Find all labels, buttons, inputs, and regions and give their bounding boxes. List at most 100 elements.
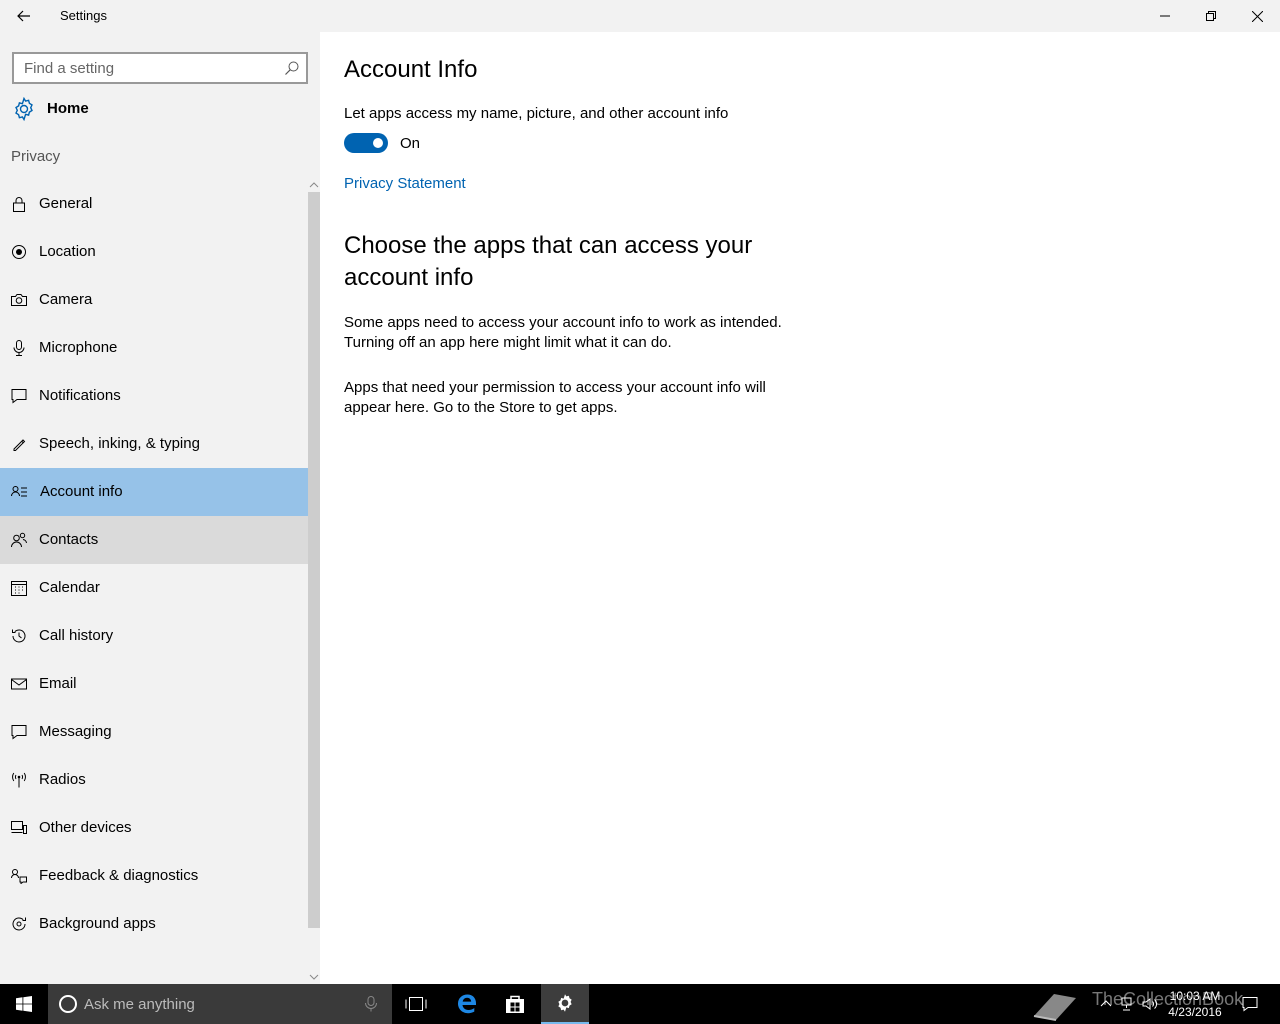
sidebar-item-microphone[interactable]: Microphone [0, 324, 308, 372]
description-text: Some apps need to access your account in… [344, 314, 782, 351]
store-icon [506, 995, 524, 1013]
settings-taskbar-button[interactable] [541, 984, 589, 1024]
sidebar-item-other-devices[interactable]: Other devices [0, 804, 308, 852]
clock-time: 10:03 AM [1169, 989, 1221, 1003]
sidebar-item-label: Microphone [39, 339, 118, 356]
email-icon [11, 678, 27, 690]
action-center-icon[interactable] [1242, 996, 1258, 1012]
sidebar-item-label: Contacts [39, 531, 99, 548]
sidebar-item-notifications[interactable]: Notifications [0, 372, 308, 420]
sidebar-item-label: Messaging [39, 723, 112, 740]
network-icon[interactable] [1120, 996, 1136, 1012]
sidebar-item-label: Background apps [39, 915, 156, 932]
toggle-state-label: On [400, 135, 421, 152]
sidebar-item-label: Camera [39, 291, 93, 308]
sidebar-item-label: General [39, 195, 93, 212]
sidebar-item-label: Location [39, 243, 96, 260]
sidebar-scrollbar-thumb[interactable] [308, 192, 320, 928]
contacts-icon [11, 532, 27, 548]
sidebar-item-label: Other devices [39, 819, 132, 836]
section-title: Choose the apps that can access your acc… [344, 232, 753, 291]
minimize-button[interactable] [1142, 0, 1188, 32]
taskbar: TheCollectionBook 10:03 AM 4/23/2016 [0, 984, 1280, 1024]
search-input[interactable] [14, 54, 280, 82]
taskbar-clock[interactable]: 10:03 AM 4/23/2016 [1160, 988, 1230, 1020]
background-apps-icon [12, 917, 26, 931]
close-button[interactable] [1234, 0, 1280, 32]
task-view-icon [405, 997, 427, 1011]
sidebar-item-general[interactable]: General [0, 180, 308, 228]
privacy-statement-link[interactable]: Privacy Statement [344, 175, 466, 192]
sidebar-item-call-history[interactable]: Call history [0, 612, 308, 660]
chevron-up-icon[interactable] [1098, 996, 1114, 1012]
store-button[interactable] [491, 984, 539, 1024]
close-icon [1251, 10, 1263, 22]
taskbar-search-input[interactable] [84, 984, 354, 1024]
toggle-description: Let apps access my name, picture, and ot… [344, 105, 729, 122]
window-title: Settings [60, 8, 107, 23]
section-heading: Privacy [11, 148, 61, 165]
edge-icon [458, 994, 476, 1014]
sidebar-item-location[interactable]: Location [0, 228, 308, 276]
devices-icon [11, 821, 27, 834]
search-icon[interactable] [284, 60, 300, 76]
book-logo-icon [1033, 994, 1076, 1021]
scroll-down-arrow-icon[interactable] [309, 972, 319, 982]
windows-logo-icon [16, 996, 32, 1012]
feedback-icon [11, 869, 27, 884]
sidebar-item-label: Radios [39, 771, 86, 788]
start-button[interactable] [0, 984, 48, 1024]
toggle-knob [373, 138, 383, 148]
sidebar-item-radios[interactable]: Radios [0, 756, 308, 804]
calendar-icon [11, 581, 27, 596]
location-icon [12, 245, 26, 259]
history-icon [12, 629, 26, 643]
account-info-access-toggle[interactable] [344, 133, 388, 153]
sidebar-item-label: Calendar [39, 579, 100, 596]
sidebar-item-label: Email [39, 675, 77, 692]
sidebar-item-label: Feedback & diagnostics [39, 867, 199, 884]
sidebar-item-messaging[interactable]: Messaging [0, 708, 308, 756]
sidebar-item-feedback[interactable]: Feedback & diagnostics [0, 852, 308, 900]
home-link[interactable]: Home [0, 92, 308, 126]
main-content: Account Info Let apps access my name, pi… [320, 32, 1280, 984]
sidebar-item-speech[interactable]: Speech, inking, & typing [0, 420, 308, 468]
home-label: Home [47, 100, 89, 117]
sidebar-item-camera[interactable]: Camera [0, 276, 308, 324]
microphone-icon [13, 340, 25, 356]
scroll-up-arrow-icon[interactable] [309, 180, 319, 190]
privacy-nav-list: General Location Camera Microphone Notif… [0, 180, 308, 948]
microphone-icon[interactable] [364, 996, 378, 1012]
sidebar: Home Privacy General Location Camera Mic… [0, 32, 320, 984]
edge-browser-button[interactable] [443, 984, 491, 1024]
sidebar-item-calendar[interactable]: Calendar [0, 564, 308, 612]
task-view-button[interactable] [392, 984, 440, 1024]
notifications-icon [11, 389, 27, 404]
gear-icon [558, 994, 572, 1012]
gear-icon [15, 97, 33, 121]
volume-icon[interactable] [1142, 996, 1158, 1012]
cortana-search[interactable] [48, 984, 392, 1024]
messaging-icon [11, 725, 27, 740]
back-button[interactable] [8, 0, 40, 32]
sidebar-item-email[interactable]: Email [0, 660, 308, 708]
sidebar-item-label: Call history [39, 627, 114, 644]
camera-icon [11, 294, 27, 306]
sidebar-item-account-info[interactable]: Account info [0, 468, 308, 516]
minimize-icon [1160, 15, 1170, 17]
sidebar-item-contacts[interactable]: Contacts [0, 516, 308, 564]
sidebar-item-background-apps[interactable]: Background apps [0, 900, 308, 948]
restore-icon [1206, 11, 1216, 21]
speech-icon [13, 439, 26, 451]
account-info-icon [11, 486, 27, 497]
page-title: Account Info [344, 56, 478, 83]
search-box[interactable] [12, 52, 308, 84]
empty-state-text: Apps that need your permission to access… [344, 379, 766, 416]
sidebar-item-label: Notifications [39, 387, 121, 404]
sidebar-item-label: Speech, inking, & typing [39, 435, 200, 452]
radios-icon [12, 772, 26, 788]
cortana-icon [59, 995, 77, 1013]
clock-date: 4/23/2016 [1168, 1005, 1222, 1019]
title-bar: Settings [0, 0, 1280, 32]
restore-button[interactable] [1188, 0, 1234, 32]
